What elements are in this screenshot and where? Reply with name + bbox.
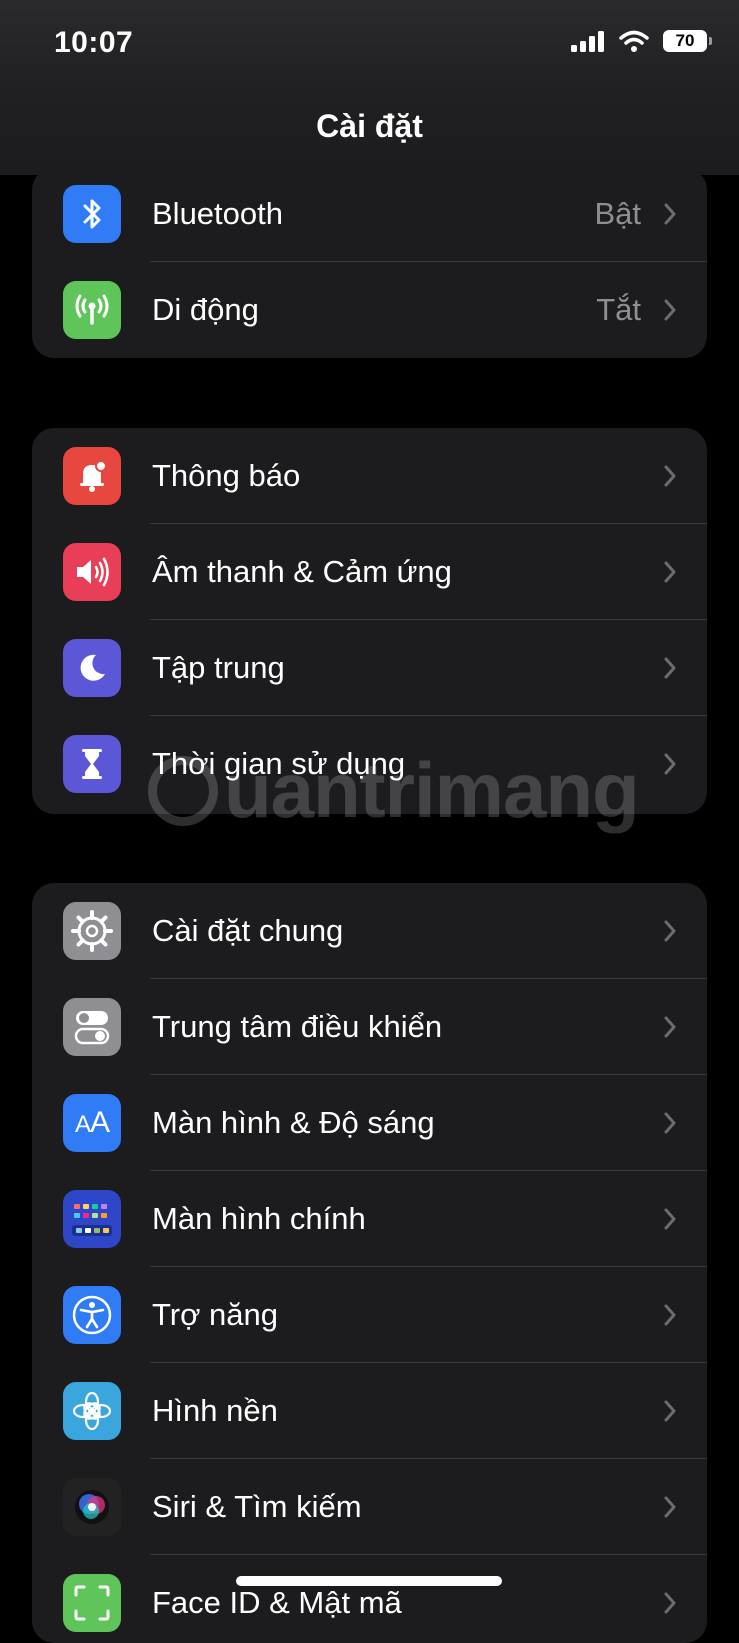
settings-row-face-id[interactable]: Face ID & Mật mã — [32, 1555, 707, 1643]
chevron-right-icon — [664, 1304, 676, 1326]
moon-icon — [63, 639, 121, 697]
general-group: Cài đặt chung Trung tâm điều khiển AA Mà… — [32, 883, 707, 1643]
wifi-icon — [619, 30, 649, 52]
siri-icon — [63, 1478, 121, 1536]
row-label: Tập trung — [152, 650, 285, 685]
hourglass-icon — [63, 735, 121, 793]
settings-row-accessibility[interactable]: Trợ năng — [32, 1267, 707, 1363]
chevron-right-icon — [664, 1112, 676, 1134]
accessibility-icon — [63, 1286, 121, 1344]
status-icons: 70 — [571, 30, 712, 52]
chevron-right-icon — [664, 299, 676, 321]
row-label: Bluetooth — [152, 196, 283, 231]
toggles-icon — [63, 998, 121, 1056]
row-label: Siri & Tìm kiếm — [152, 1489, 362, 1524]
row-value: Bật — [594, 196, 641, 231]
settings-row-control-center[interactable]: Trung tâm điều khiển — [32, 979, 707, 1075]
status-time: 10:07 — [54, 26, 134, 59]
settings-row-wallpaper[interactable]: Hình nền — [32, 1363, 707, 1459]
home-indicator[interactable] — [236, 1576, 502, 1586]
battery-indicator: 70 — [663, 30, 712, 52]
settings-row-sounds[interactable]: Âm thanh & Cảm ứng — [32, 524, 707, 620]
settings-row-screen-time[interactable]: Thời gian sử dụng — [32, 716, 707, 812]
face-id-icon — [63, 1574, 121, 1632]
chevron-right-icon — [664, 657, 676, 679]
text-size-icon: AA — [63, 1094, 121, 1152]
settings-row-general[interactable]: Cài đặt chung — [32, 883, 707, 979]
chevron-right-icon — [664, 465, 676, 487]
row-label: Trợ năng — [152, 1297, 279, 1332]
settings-row-home-screen[interactable]: Màn hình chính — [32, 1171, 707, 1267]
settings-row-display[interactable]: AA Màn hình & Độ sáng — [32, 1075, 707, 1171]
notifications-group: Thông báo Âm thanh & Cảm ứng Tập trung T… — [32, 428, 707, 814]
row-label: Trung tâm điều khiển — [152, 1009, 443, 1044]
connectivity-group: Bluetooth Bật Di động Tắt — [32, 168, 707, 358]
row-label: Màn hình chính — [152, 1201, 366, 1236]
settings-row-notifications[interactable]: Thông báo — [32, 428, 707, 524]
row-label: Hình nền — [152, 1393, 278, 1428]
chevron-right-icon — [664, 753, 676, 775]
settings-row-cellular[interactable]: Di động Tắt — [32, 262, 707, 358]
row-label: Thời gian sử dụng — [152, 746, 406, 781]
chevron-right-icon — [664, 561, 676, 583]
row-label: Âm thanh & Cảm ứng — [152, 554, 452, 589]
chevron-right-icon — [664, 1592, 676, 1614]
bluetooth-icon — [63, 185, 121, 243]
chevron-right-icon — [664, 203, 676, 225]
bell-icon — [63, 447, 121, 505]
cellular-signal-icon — [571, 31, 604, 52]
chevron-right-icon — [664, 1208, 676, 1230]
row-label: Face ID & Mật mã — [152, 1585, 402, 1620]
row-label: Thông báo — [152, 458, 301, 493]
chevron-right-icon — [664, 1400, 676, 1422]
chevron-right-icon — [664, 920, 676, 942]
flower-icon — [63, 1382, 121, 1440]
row-value: Tắt — [596, 292, 641, 327]
page-title: Cài đặt — [316, 108, 423, 144]
chevron-right-icon — [664, 1016, 676, 1038]
settings-row-bluetooth[interactable]: Bluetooth Bật — [32, 168, 707, 262]
home-grid-icon — [63, 1190, 121, 1248]
row-label: Màn hình & Độ sáng — [152, 1105, 435, 1140]
row-label: Cài đặt chung — [152, 913, 344, 948]
chevron-right-icon — [664, 1496, 676, 1518]
settings-row-focus[interactable]: Tập trung — [32, 620, 707, 716]
status-bar: 10:07 70 Cài đặt — [0, 0, 739, 175]
row-label: Di động — [152, 292, 259, 327]
antenna-icon — [63, 281, 121, 339]
speaker-icon — [63, 543, 121, 601]
settings-row-siri[interactable]: Siri & Tìm kiếm — [32, 1459, 707, 1555]
gear-icon — [63, 902, 121, 960]
